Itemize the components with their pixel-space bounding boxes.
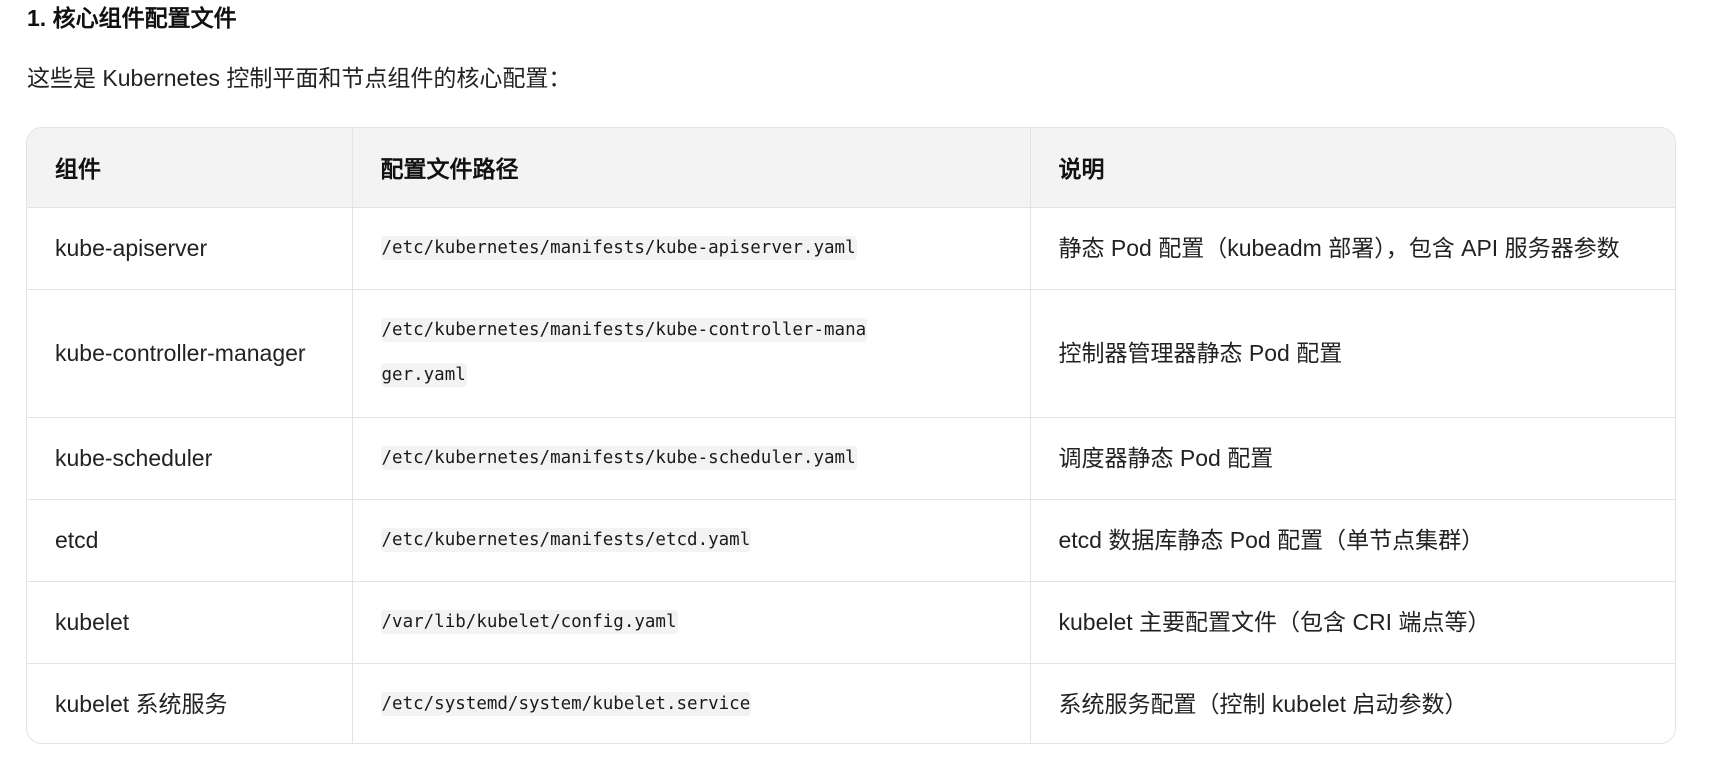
path-cell: /etc/systemd/system/kubelet.service xyxy=(352,663,1031,743)
table-header-row: 组件 配置文件路径 说明 xyxy=(27,128,1675,208)
path-cell: /var/lib/kubelet/config.yaml xyxy=(352,581,1031,664)
path-cell: /etc/kubernetes/manifests/etcd.yaml xyxy=(352,499,1031,582)
description-cell: 控制器管理器静态 Pod 配置 xyxy=(1030,289,1675,418)
description-cell: 调度器静态 Pod 配置 xyxy=(1030,417,1675,500)
path-cell: /etc/kubernetes/manifests/kube-controlle… xyxy=(352,289,1031,418)
column-header-description: 说明 xyxy=(1030,128,1675,208)
description-cell: 系统服务配置（控制 kubelet 启动参数） xyxy=(1058,691,1468,718)
path-code: /etc/kubernetes/manifests/kube-controlle… xyxy=(380,318,868,387)
table-row: kubelet 系统服务 /etc/systemd/system/kubelet… xyxy=(27,663,1675,743)
section-heading: 1. 核心组件配置文件 xyxy=(27,5,237,31)
table-row: kube-apiserver /etc/kubernetes/manifests… xyxy=(27,207,1675,290)
component-cell: kube-apiserver xyxy=(27,207,353,290)
component-cell: kubelet 系统服务 xyxy=(27,663,353,743)
description-cell: kubelet 主要配置文件（包含 CRI 端点等） xyxy=(1030,581,1675,664)
path-code: /etc/kubernetes/manifests/kube-scheduler… xyxy=(380,445,857,470)
component-cell: etcd xyxy=(27,499,353,582)
path-code: /etc/systemd/system/kubelet.service xyxy=(380,691,752,716)
table-row: kube-scheduler /etc/kubernetes/manifests… xyxy=(27,417,1675,500)
table-row: kube-controller-manager /etc/kubernetes/… xyxy=(27,289,1675,418)
path-code: /etc/kubernetes/manifests/kube-apiserver… xyxy=(380,235,857,260)
component-cell: kube-scheduler xyxy=(27,417,353,500)
config-table: 组件 配置文件路径 说明 kube-apiserver /etc/kuberne… xyxy=(26,127,1676,744)
component-cell: kubelet xyxy=(27,581,353,664)
description-cell: etcd 数据库静态 Pod 配置（单节点集群） xyxy=(1030,499,1675,582)
column-header-path: 配置文件路径 xyxy=(352,128,1031,208)
component-cell: kube-controller-manager xyxy=(27,289,353,418)
table-row: etcd /etc/kubernetes/manifests/etcd.yaml… xyxy=(27,499,1675,582)
column-header-component: 组件 xyxy=(27,128,353,208)
path-cell: /etc/kubernetes/manifests/kube-scheduler… xyxy=(352,417,1031,500)
path-code: /var/lib/kubelet/config.yaml xyxy=(380,609,678,634)
table-row: kubelet /var/lib/kubelet/config.yaml kub… xyxy=(27,581,1675,664)
path-cell: /etc/kubernetes/manifests/kube-apiserver… xyxy=(352,207,1031,290)
intro-paragraph: 这些是 Kubernetes 控制平面和节点组件的核心配置： xyxy=(27,65,572,91)
description-cell: 静态 Pod 配置（kubeadm 部署），包含 API 服务器参数 xyxy=(1030,207,1675,290)
path-code: /etc/kubernetes/manifests/etcd.yaml xyxy=(380,527,752,552)
